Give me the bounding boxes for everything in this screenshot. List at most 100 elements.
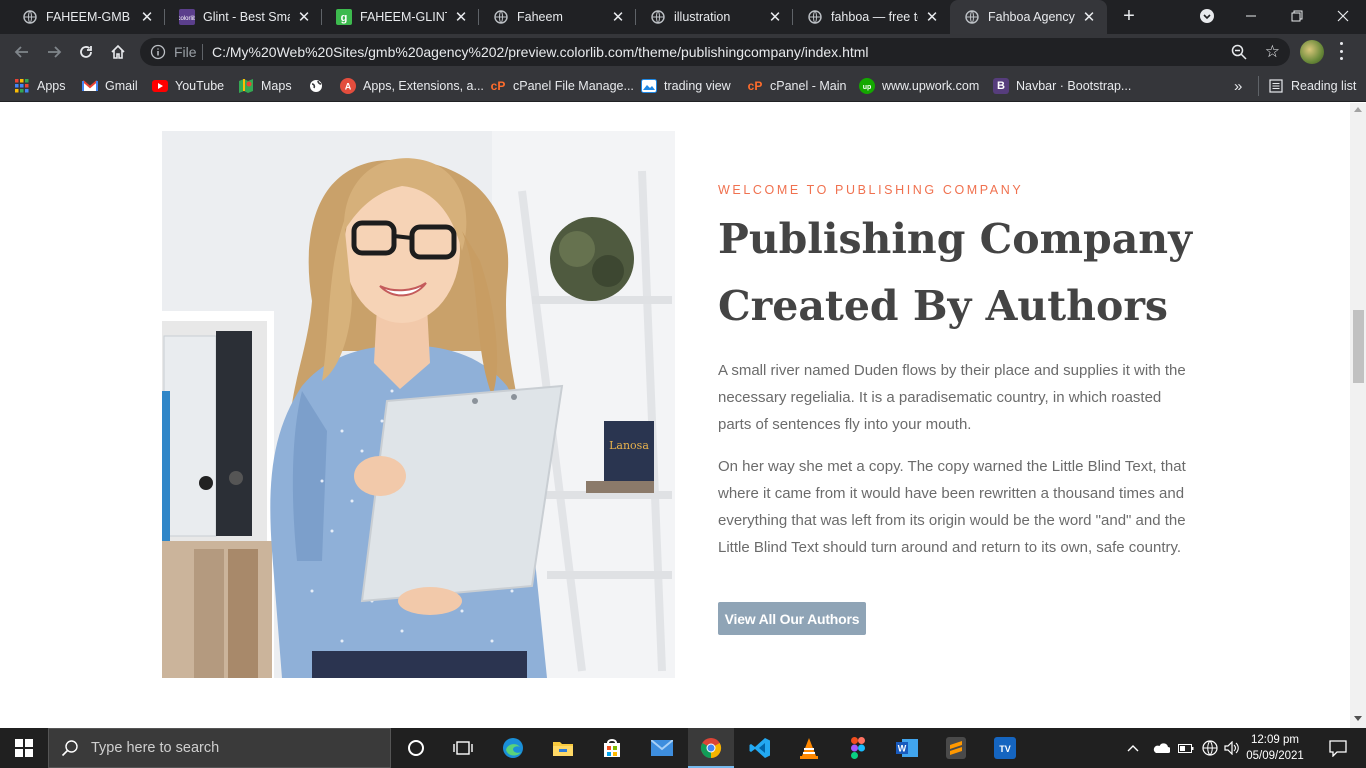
close-icon[interactable]: ✕: [767, 9, 783, 26]
bookmark-cpanel-main[interactable]: cP cPanel - Main: [747, 76, 847, 96]
scroll-thumb[interactable]: [1353, 310, 1364, 383]
eyebrow-label: WELCOME TO PUBLISHING COMPANY: [718, 183, 1024, 197]
bookmark-label: cPanel File Manage...: [513, 79, 634, 93]
clock[interactable]: 12:09 pm 05/09/2021: [1240, 732, 1310, 764]
globe-icon: [308, 78, 324, 94]
more-bookmarks-button[interactable]: »: [1234, 76, 1242, 96]
menu-icon[interactable]: [1340, 42, 1344, 60]
forward-button[interactable]: [42, 40, 66, 64]
volume-icon[interactable]: [1224, 741, 1240, 755]
bookmark-label: Navbar · Bootstrap...: [1016, 79, 1132, 93]
cortana-icon: [408, 740, 424, 756]
globe-icon: [807, 9, 823, 25]
bookmark-youtube[interactable]: YouTube: [152, 76, 224, 96]
book-title: Lanosa: [609, 439, 649, 452]
folder-icon: [553, 742, 573, 756]
minimize-button[interactable]: [1228, 0, 1274, 32]
tab-faheem[interactable]: Faheem ✕: [479, 0, 636, 34]
tab-title: Glint - Best Small: [203, 10, 290, 24]
tab-strip: FAHEEM-GMB AG ✕ colorlib Glint - Best Sm…: [0, 0, 1366, 34]
apps-extensions-icon: A: [340, 78, 356, 94]
mail-app[interactable]: [639, 728, 685, 768]
back-button[interactable]: [10, 40, 34, 64]
close-window-button[interactable]: [1320, 0, 1366, 32]
bookmark-maps[interactable]: Maps: [238, 76, 292, 96]
scroll-down-icon[interactable]: [1354, 716, 1362, 721]
bookmark-globe[interactable]: [308, 76, 331, 96]
sublime-app[interactable]: [933, 728, 979, 768]
reading-list-button[interactable]: Reading list: [1258, 76, 1356, 96]
word-app[interactable]: W: [884, 728, 930, 768]
url-text[interactable]: C:/My%20Web%20Sites/gmb%20agency%202/pre…: [212, 44, 869, 60]
vscode-app[interactable]: [737, 728, 783, 768]
home-icon: [111, 44, 125, 59]
vlc-app[interactable]: [786, 728, 832, 768]
battery-icon[interactable]: [1178, 742, 1194, 754]
globe-icon: [493, 9, 509, 25]
bookmark-label: Apps, Extensions, a...: [363, 79, 484, 93]
svg-text:TV: TV: [999, 744, 1011, 754]
bookmark-trading-view[interactable]: trading view: [641, 76, 731, 96]
onedrive-icon[interactable]: [1152, 742, 1170, 754]
notifications-button[interactable]: [1318, 728, 1358, 768]
task-view-button[interactable]: [440, 728, 486, 768]
tab-faheem-gmb[interactable]: FAHEEM-GMB AG ✕: [8, 0, 165, 34]
bookmark-gmail[interactable]: Gmail: [82, 76, 138, 96]
reload-button[interactable]: [74, 40, 98, 64]
store-app[interactable]: [589, 728, 635, 768]
edge-app[interactable]: [490, 728, 536, 768]
bookmark-upwork[interactable]: up www.upwork.com: [859, 76, 979, 96]
close-icon[interactable]: ✕: [924, 9, 940, 26]
star-icon[interactable]: ☆: [1265, 42, 1280, 62]
page-scrollbar[interactable]: [1350, 103, 1366, 728]
bookmark-label: Gmail: [105, 79, 138, 93]
close-icon[interactable]: ✕: [296, 9, 312, 26]
youtube-icon: [152, 78, 168, 94]
bootstrap-icon: B: [993, 78, 1009, 94]
network-globe-icon[interactable]: [1202, 740, 1218, 756]
web-page: Lanosa WELCOME TO PUBLISHING COMPANY Pub…: [0, 103, 1350, 728]
view-authors-button[interactable]: View All Our Authors: [718, 602, 866, 635]
bookmark-bootstrap[interactable]: B Navbar · Bootstrap...: [993, 76, 1131, 96]
bookmark-label: cPanel - Main: [770, 79, 847, 93]
bookmark-cpanel-file[interactable]: cP cPanel File Manage...: [490, 76, 634, 96]
svg-text:colorlib: colorlib: [179, 16, 195, 22]
svg-text:A: A: [345, 82, 352, 92]
figma-app[interactable]: [835, 728, 881, 768]
address-bar[interactable]: File C:/My%20Web%20Sites/gmb%20agency%20…: [140, 38, 1290, 66]
info-icon[interactable]: [150, 44, 166, 60]
cortana-button[interactable]: [392, 728, 440, 768]
close-icon[interactable]: ✕: [139, 9, 155, 26]
tab-faheem-glint[interactable]: g FAHEEM-GLINT ✕: [322, 0, 479, 34]
divider: [202, 44, 203, 60]
tab-fahboa-free[interactable]: fahboa — free te ✕: [793, 0, 950, 34]
vlc-icon: [800, 738, 818, 759]
bookmarks-bar: Apps Gmail YouTube Maps A Apps, Extensio…: [0, 70, 1366, 102]
windows-icon: [15, 739, 33, 757]
author-photo: Lanosa: [162, 131, 675, 678]
scroll-up-icon[interactable]: [1354, 107, 1362, 112]
close-icon[interactable]: ✕: [453, 9, 469, 26]
teamviewer-app[interactable]: TV: [982, 728, 1028, 768]
bookmark-apps[interactable]: Apps: [14, 76, 66, 96]
file-explorer-app[interactable]: [540, 728, 586, 768]
tab-fahboa-agency[interactable]: Fahboa Agency ✕: [950, 0, 1107, 34]
profile-avatar[interactable]: [1300, 40, 1324, 64]
zoom-icon[interactable]: [1230, 43, 1248, 61]
bookmark-apps-extensions[interactable]: A Apps, Extensions, a...: [340, 76, 484, 96]
close-icon[interactable]: ✕: [610, 9, 626, 26]
task-view-icon: [453, 741, 473, 755]
taskbar-search[interactable]: Type here to search: [48, 728, 391, 768]
chrome-app[interactable]: [688, 728, 734, 768]
restore-button[interactable]: [1274, 0, 1320, 32]
close-icon[interactable]: ✕: [1081, 9, 1097, 26]
colorlib-icon: colorlib: [179, 9, 195, 25]
tab-search-button[interactable]: [1184, 0, 1230, 32]
start-button[interactable]: [0, 728, 48, 768]
new-tab-button[interactable]: +: [1118, 5, 1140, 27]
tab-glint[interactable]: colorlib Glint - Best Small ✕: [165, 0, 322, 34]
home-button[interactable]: [106, 40, 130, 64]
chevron-up-icon[interactable]: [1126, 743, 1140, 753]
tab-illustration[interactable]: illustration ✕: [636, 0, 793, 34]
glint-icon: g: [336, 9, 352, 25]
